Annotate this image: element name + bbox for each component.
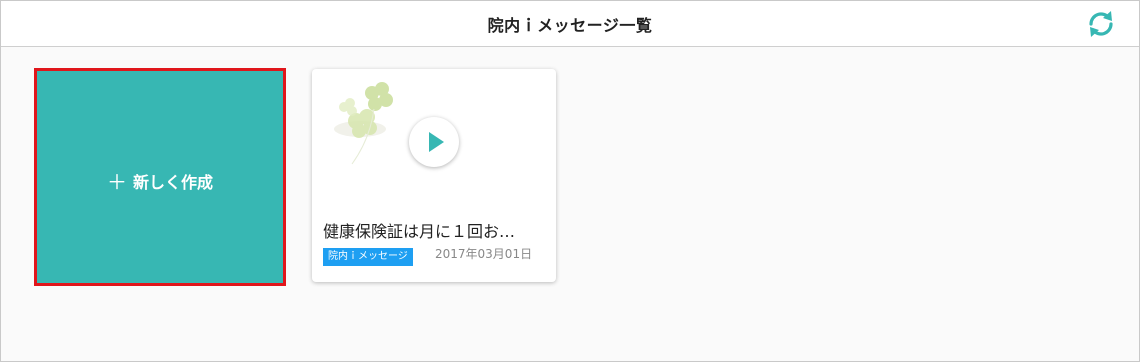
message-category-badge: 院内ｉメッセージ: [323, 248, 413, 266]
create-new-button[interactable]: ＋ 新しく作成: [34, 68, 286, 286]
message-thumbnail: [312, 69, 556, 209]
message-title: 健康保険証は月に１回お…: [323, 222, 516, 241]
page-title: 院内ｉメッセージ一覧: [487, 16, 653, 35]
play-button[interactable]: [409, 117, 459, 167]
play-icon: [429, 132, 444, 152]
message-date: 2017年03月01日: [435, 247, 533, 261]
create-new-text: 新しく作成: [132, 173, 213, 192]
header-bar: 院内ｉメッセージ一覧: [1, 1, 1139, 47]
message-card[interactable]: 健康保険証は月に１回お… 院内ｉメッセージ 2017年03月01日: [312, 69, 556, 282]
refresh-icon[interactable]: [1085, 8, 1117, 40]
app-frame: 院内ｉメッセージ一覧 ＋ 新しく作成 健康保険証は月に１回お… 院内ｉメッセージ …: [0, 0, 1140, 362]
create-new-label: ＋ 新しく作成: [37, 166, 283, 195]
plus-icon: ＋: [106, 170, 127, 194]
